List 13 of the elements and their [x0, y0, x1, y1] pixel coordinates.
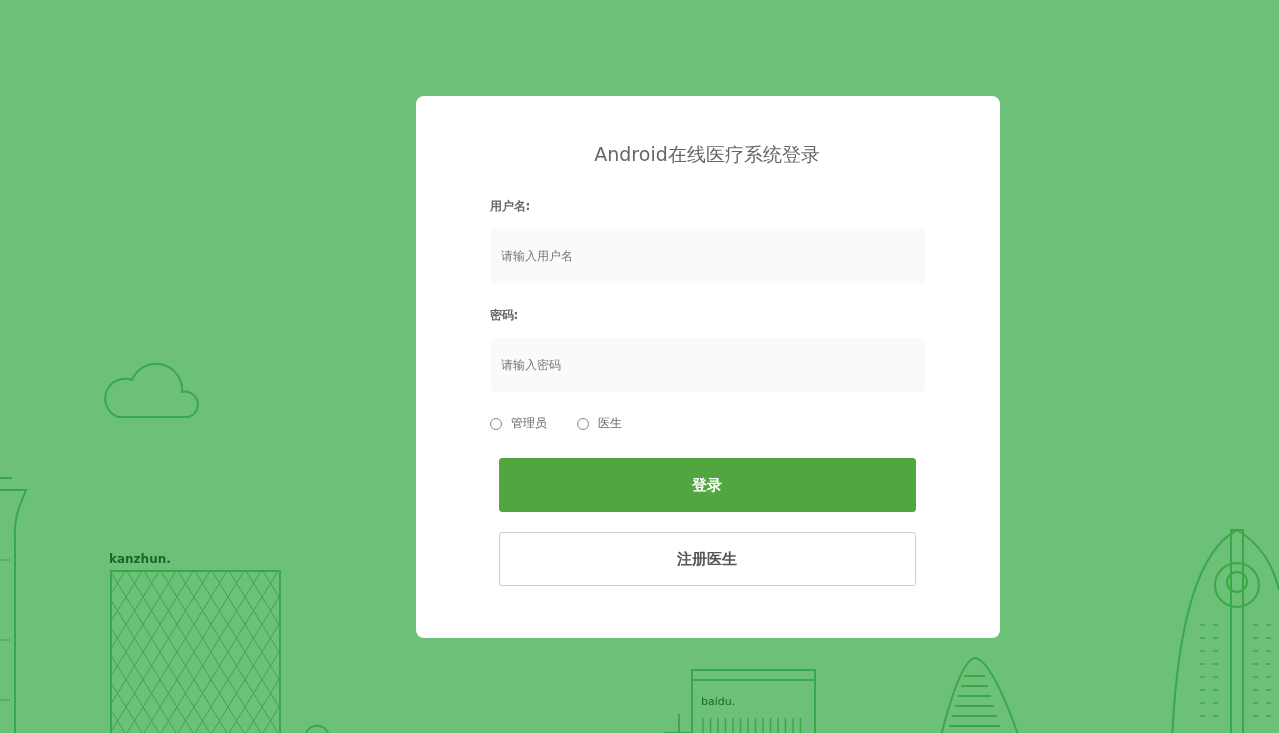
building-label: kanzhun.: [109, 552, 171, 566]
username-field[interactable]: 请输入用户名: [490, 229, 925, 283]
login-title: Android在线医疗系统登录: [594, 142, 820, 167]
cloud-icon: [104, 362, 199, 418]
password-field[interactable]: 请输入密码: [490, 338, 925, 392]
radio-button[interactable]: [489, 417, 502, 430]
field-label: 用户名:: [489, 198, 531, 215]
radio-label: 医生: [597, 415, 622, 432]
register-button[interactable]: 注册医生: [498, 532, 916, 586]
field-label: 密码:: [489, 307, 519, 324]
building-label: baidu.: [701, 695, 736, 708]
radio-button[interactable]: [576, 417, 589, 430]
radio-label: 管理员: [510, 415, 547, 432]
